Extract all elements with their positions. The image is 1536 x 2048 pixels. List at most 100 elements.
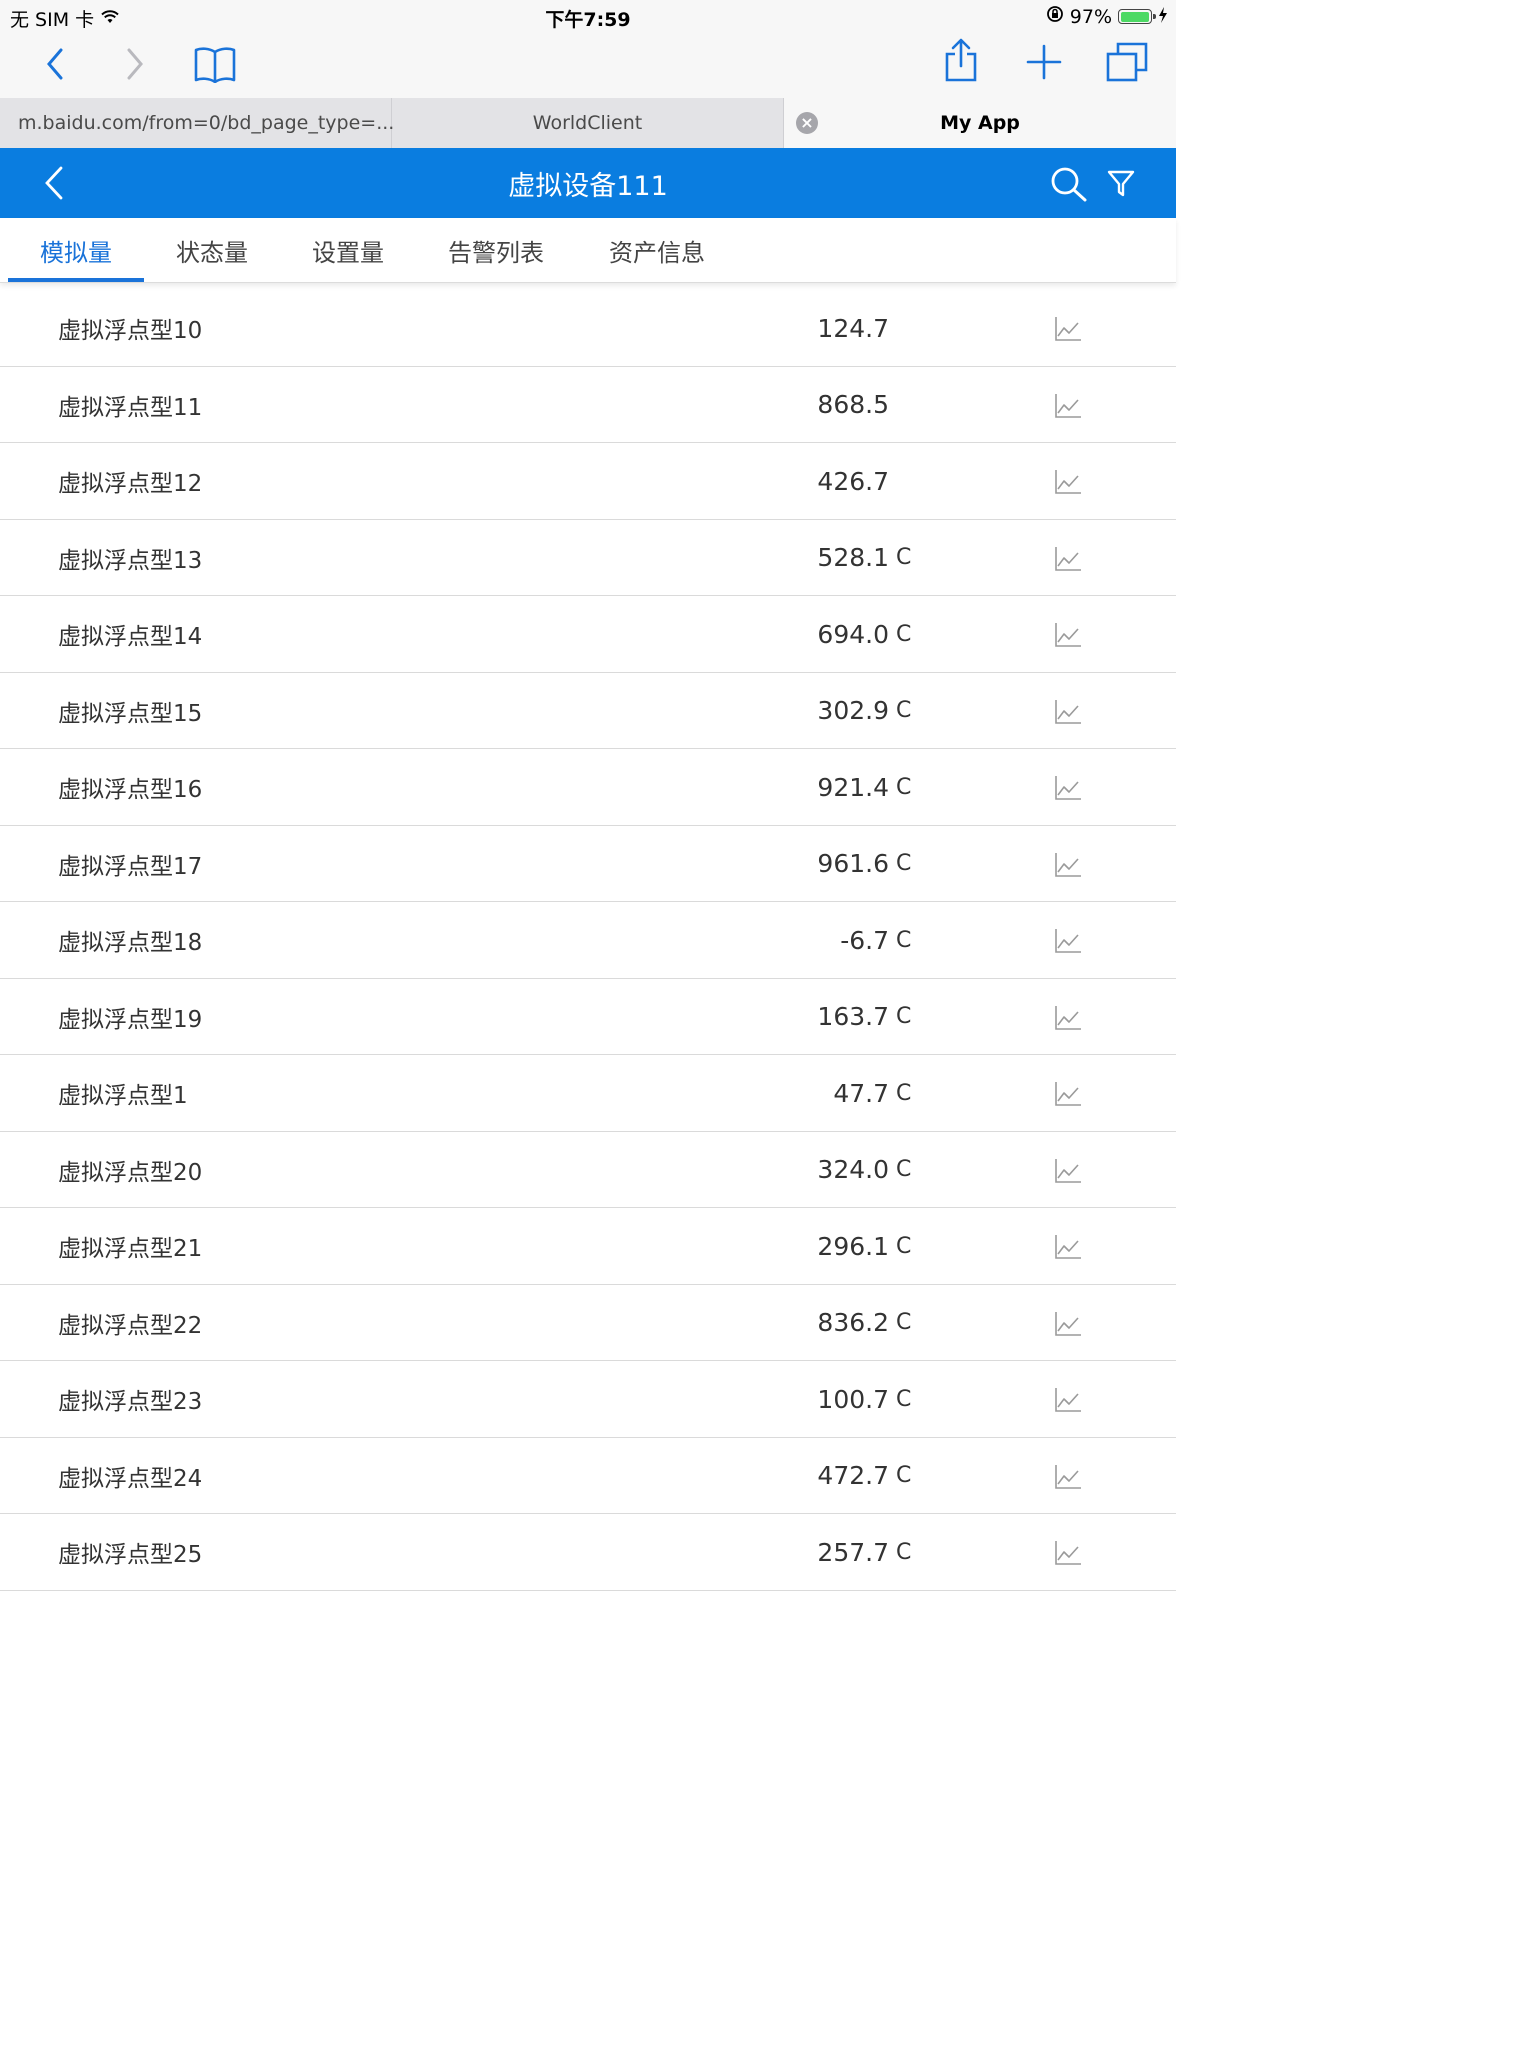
item-value: 324.0: [817, 1155, 889, 1184]
tab-analog[interactable]: 模拟量: [8, 218, 144, 282]
item-value: 302.9: [817, 696, 889, 725]
browser-tab-label: My App: [940, 112, 1020, 134]
item-value: -6.7: [840, 925, 889, 955]
search-button[interactable]: [1050, 166, 1088, 202]
trend-chart-icon[interactable]: [1054, 1464, 1082, 1490]
item-value: 124.7: [817, 313, 889, 343]
battery-icon: [1118, 9, 1156, 24]
list-item[interactable]: 虚拟浮点型25 257.7 C: [0, 1514, 1176, 1591]
tab-alarm-list[interactable]: 告警列表: [416, 218, 576, 282]
chevron-right-icon: [127, 48, 143, 80]
list-item[interactable]: 虚拟浮点型21 296.1 C: [0, 1208, 1176, 1285]
rotation-lock-icon: [1046, 5, 1064, 28]
list-item[interactable]: 虚拟浮点型23 100.7 C: [0, 1361, 1176, 1438]
status-time: 下午7:59: [545, 9, 631, 31]
tab-status[interactable]: 状态量: [144, 218, 280, 282]
trend-chart-icon[interactable]: [1054, 1081, 1082, 1107]
item-value: 47.7: [833, 1078, 889, 1108]
tab-settings[interactable]: 设置量: [280, 218, 416, 282]
item-name: 虚拟浮点型12: [58, 471, 203, 497]
item-value: 163.7: [817, 1002, 889, 1031]
list-item[interactable]: 虚拟浮点型24 472.7 C: [0, 1438, 1176, 1514]
item-name: 虚拟浮点型15: [58, 700, 203, 727]
item-unit: C: [896, 1080, 912, 1106]
app-header: 虚拟设备111: [0, 148, 1176, 218]
item-name: 虚拟浮点型22: [58, 1312, 203, 1339]
item-name: 虚拟浮点型16: [58, 777, 203, 803]
charging-icon: [1158, 6, 1168, 28]
item-unit: C: [896, 927, 912, 953]
item-name: 虚拟浮点型11: [58, 394, 203, 421]
tabs-overview-button[interactable]: [1104, 40, 1150, 84]
item-name: 虚拟浮点型21: [58, 1236, 203, 1262]
item-value: 472.7: [817, 1461, 889, 1490]
list-item[interactable]: 虚拟浮点型1 47.7 C: [0, 1055, 1176, 1132]
browser-tab-label: m.baidu.com/from=0/bd_page_type=...: [18, 112, 395, 134]
list-item[interactable]: 虚拟浮点型12 426.7: [0, 443, 1176, 520]
browser-forward-button[interactable]: [118, 44, 152, 84]
list-item[interactable]: 虚拟浮点型11 868.5: [0, 367, 1176, 443]
item-unit: C: [896, 1233, 912, 1259]
trend-chart-icon[interactable]: [1054, 316, 1082, 342]
item-unit: C: [896, 851, 912, 876]
list-item[interactable]: 虚拟浮点型20 324.0 C: [0, 1132, 1176, 1208]
item-unit: C: [896, 545, 912, 570]
trend-chart-icon[interactable]: [1054, 1387, 1082, 1413]
item-value: 694.0: [817, 619, 889, 649]
item-name: 虚拟浮点型14: [58, 624, 203, 650]
filter-button[interactable]: [1106, 168, 1138, 200]
tab-asset-info[interactable]: 资产信息: [576, 218, 738, 282]
browser-tab-myapp[interactable]: × My App: [784, 98, 1176, 148]
item-value: 868.5: [817, 390, 889, 419]
browser-back-button[interactable]: [38, 44, 72, 84]
item-unit: C: [896, 1310, 912, 1335]
trend-chart-icon[interactable]: [1054, 1311, 1082, 1337]
trend-chart-icon[interactable]: [1054, 1540, 1082, 1566]
page-title: 虚拟设备111: [508, 170, 668, 202]
share-button[interactable]: [940, 36, 982, 84]
list-item[interactable]: 虚拟浮点型17 961.6 C: [0, 826, 1176, 902]
share-icon: [945, 38, 977, 82]
close-tab-icon[interactable]: ×: [796, 112, 818, 134]
trend-chart-icon[interactable]: [1054, 1234, 1082, 1260]
trend-chart-icon[interactable]: [1054, 393, 1082, 419]
new-tab-button[interactable]: [1024, 42, 1064, 82]
item-value: 100.7: [817, 1384, 889, 1414]
list-item[interactable]: 虚拟浮点型18 -6.7 C: [0, 902, 1176, 979]
list-item[interactable]: 虚拟浮点型13 528.1 C: [0, 520, 1176, 596]
list-item[interactable]: 虚拟浮点型15 302.9 C: [0, 673, 1176, 749]
list-item[interactable]: 虚拟浮点型10 124.7: [0, 290, 1176, 367]
trend-chart-icon[interactable]: [1054, 928, 1082, 954]
item-name: 虚拟浮点型10: [58, 318, 203, 344]
trend-chart-icon[interactable]: [1054, 852, 1082, 878]
chevron-left-icon: [47, 48, 63, 80]
trend-chart-icon[interactable]: [1054, 1158, 1082, 1184]
browser-toolbar: [0, 32, 1176, 98]
list-item[interactable]: 虚拟浮点型22 836.2 C: [0, 1285, 1176, 1361]
item-name: 虚拟浮点型24: [58, 1465, 203, 1492]
trend-chart-icon[interactable]: [1054, 469, 1082, 495]
bookmarks-button[interactable]: [192, 42, 238, 86]
item-name: 虚拟浮点型18: [58, 930, 203, 956]
tab-label: 告警列表: [448, 238, 544, 267]
filter-icon: [1107, 170, 1135, 197]
trend-chart-icon[interactable]: [1054, 546, 1082, 572]
item-name: 虚拟浮点型13: [58, 547, 203, 574]
trend-chart-icon[interactable]: [1054, 699, 1082, 725]
item-value: 257.7: [817, 1537, 889, 1567]
tabs-icon: [1106, 42, 1148, 82]
list-item[interactable]: 虚拟浮点型19 163.7 C: [0, 979, 1176, 1055]
list-item[interactable]: 虚拟浮点型16 921.4 C: [0, 749, 1176, 826]
list-item[interactable]: 虚拟浮点型14 694.0 C: [0, 596, 1176, 673]
battery-fill: [1120, 11, 1149, 22]
trend-chart-icon[interactable]: [1054, 1005, 1082, 1031]
browser-tab-worldclient[interactable]: WorldClient: [392, 98, 784, 148]
battery-percent: 97%: [1069, 5, 1112, 28]
trend-chart-icon[interactable]: [1054, 622, 1082, 648]
trend-chart-icon[interactable]: [1054, 775, 1082, 801]
item-unit: C: [896, 1539, 912, 1565]
browser-tab-baidu[interactable]: m.baidu.com/from=0/bd_page_type=...: [0, 98, 395, 148]
item-value: 426.7: [817, 466, 889, 496]
analog-list: 虚拟浮点型10 124.7 虚拟浮点型11 868.5 虚拟浮点型12 426.7 虚拟浮点…: [0, 290, 1176, 1591]
item-unit: C: [896, 1386, 912, 1412]
